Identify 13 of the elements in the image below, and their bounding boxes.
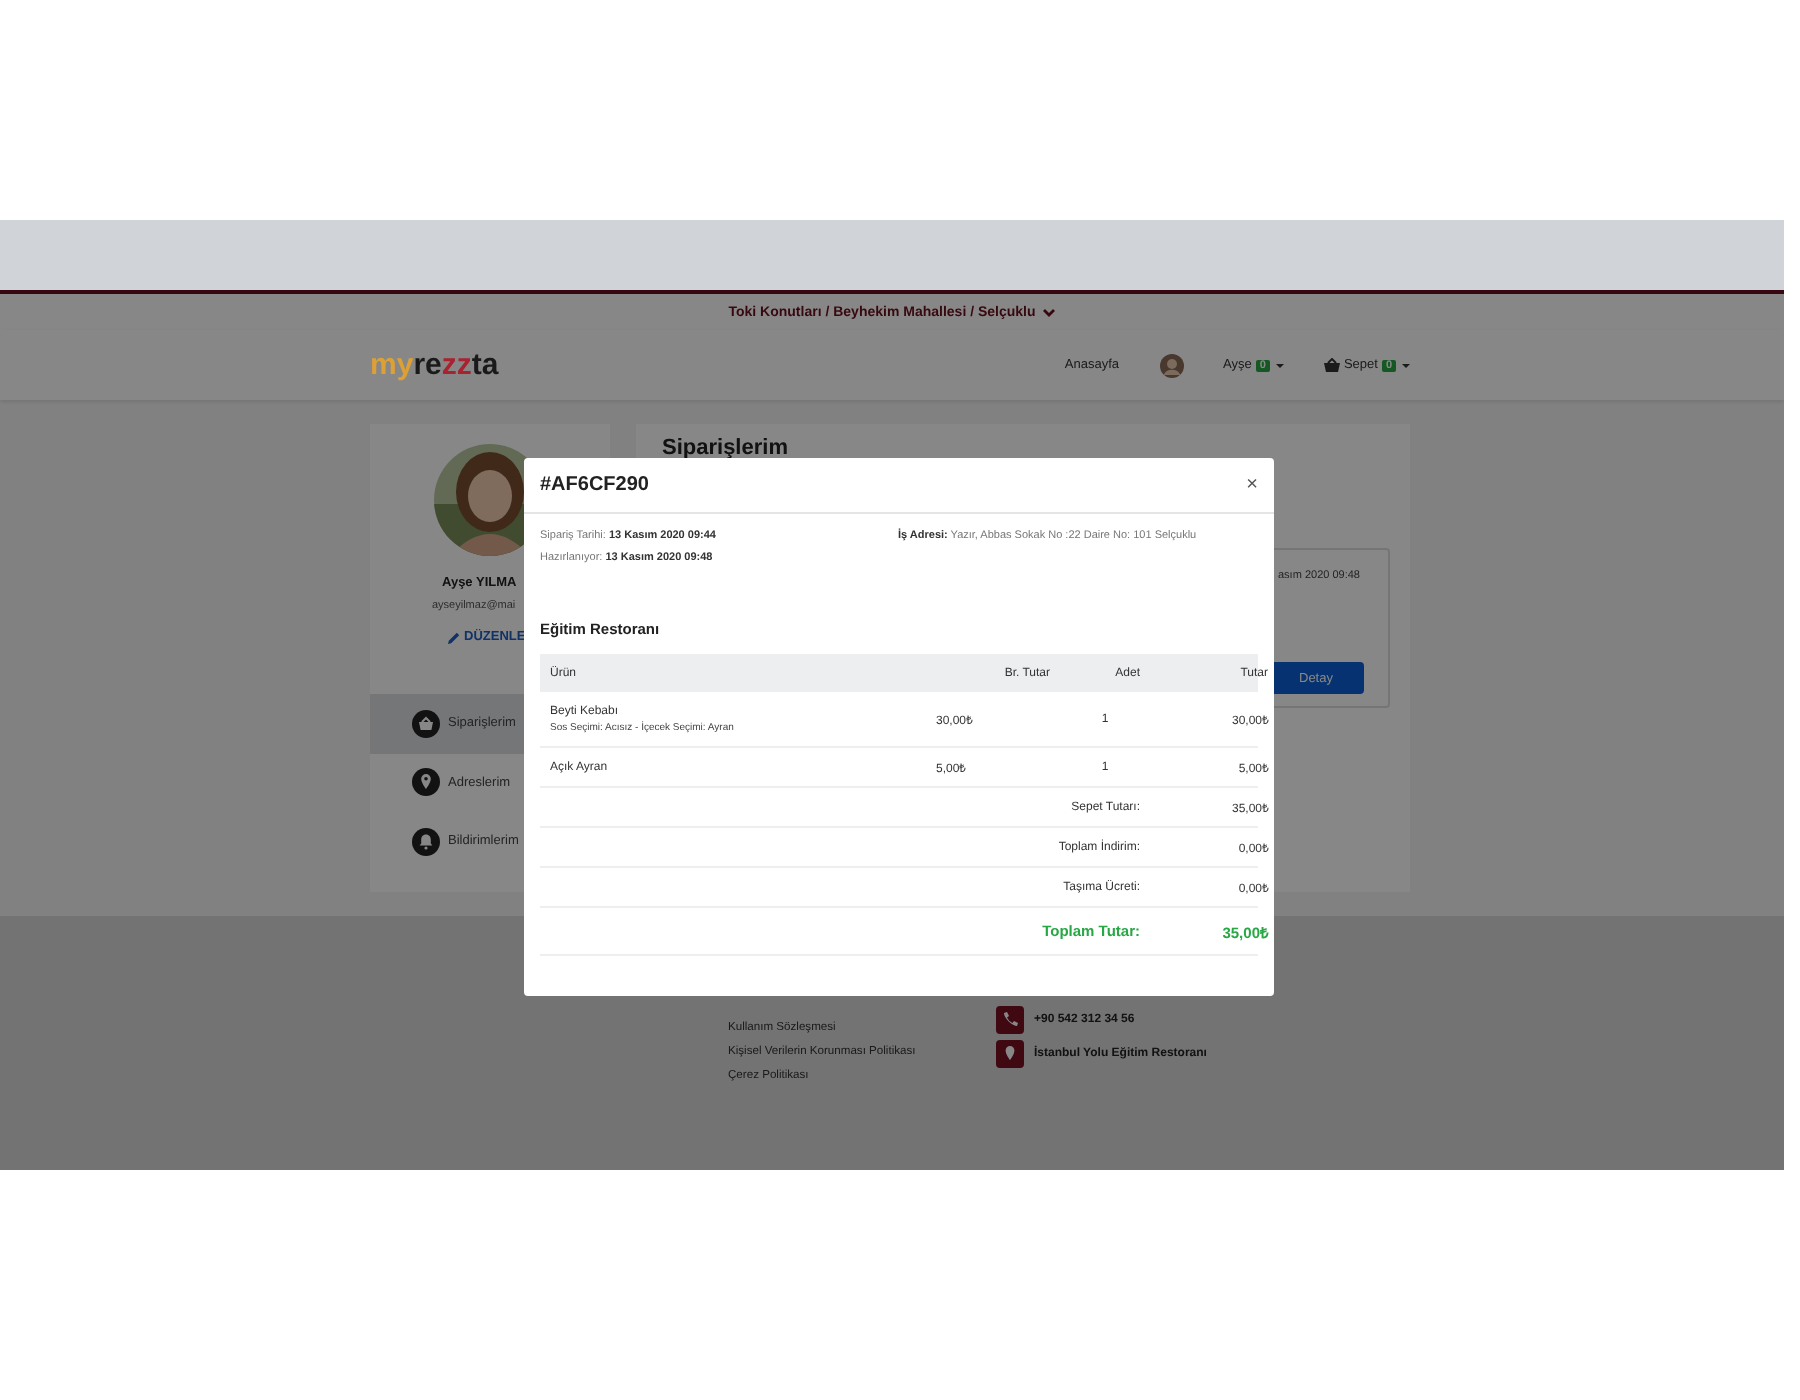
- pencil-icon: [448, 631, 460, 643]
- basket-icon: [1323, 358, 1340, 372]
- location-pin-icon: [412, 768, 440, 797]
- phone-icon: [996, 1006, 1024, 1034]
- dialog-title: #AF6CF290: [540, 474, 649, 496]
- bell-icon: [412, 827, 440, 856]
- avatar-icon[interactable]: [1159, 353, 1184, 377]
- close-button[interactable]: ×: [1246, 474, 1258, 496]
- logo[interactable]: myrezzta: [370, 348, 499, 382]
- location-pin-icon: [996, 1040, 1024, 1068]
- basket-icon: [412, 709, 440, 738]
- caret-icon: [1041, 307, 1056, 317]
- page-title: Siparişlerim: [662, 436, 790, 460]
